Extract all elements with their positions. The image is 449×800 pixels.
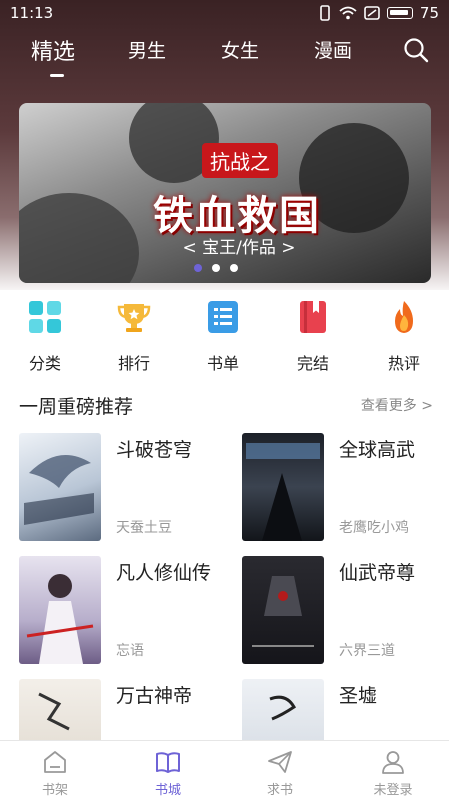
category-booklist[interactable]: 书单 — [193, 300, 253, 374]
book-cover — [19, 433, 101, 541]
nav-request-book[interactable]: 求书 — [250, 749, 310, 798]
top-nav: 精选 男生 女生 漫画 — [0, 30, 449, 77]
tab-comics[interactable]: 漫画 — [314, 36, 352, 63]
category-label: 分类 — [28, 354, 61, 373]
battery-level: 75 — [419, 4, 439, 22]
book-author: 六界三道 — [339, 643, 395, 659]
book-card[interactable]: 全球高武 老鹰吃小鸡 — [242, 433, 442, 543]
flame-icon — [395, 301, 413, 333]
book-title: 万古神帝 — [116, 685, 193, 707]
section-header: 一周重磅推荐 查看更多 > — [19, 392, 433, 422]
book-title: 仙武帝尊 — [339, 562, 416, 584]
nav-account[interactable]: 未登录 — [363, 749, 423, 798]
category-row: 分类 排行 书单 完结 热评 — [0, 300, 449, 380]
nav-label: 求书 — [266, 783, 293, 798]
nav-label: 未登录 — [373, 783, 413, 798]
carousel-dot[interactable] — [194, 264, 202, 272]
book-title: 凡人修仙传 — [116, 562, 212, 584]
shelf-icon — [44, 751, 66, 773]
category-ranking[interactable]: 排行 — [104, 300, 164, 374]
user-icon — [382, 751, 404, 774]
status-time: 11:13 — [10, 4, 54, 22]
cover-art — [26, 574, 94, 664]
carousel-dot[interactable] — [230, 264, 238, 272]
active-tab-indicator — [50, 74, 64, 77]
status-bar: 11:13 75 — [0, 0, 449, 26]
section-title: 一周重磅推荐 — [19, 396, 134, 418]
grid-icon — [29, 301, 61, 333]
category-label: 热评 — [387, 354, 420, 373]
category-hot-reviews[interactable]: 热评 — [374, 300, 434, 374]
book-title: 全球高武 — [339, 439, 416, 461]
book-author: 老鹰吃小鸡 — [339, 520, 409, 536]
carousel-dot[interactable] — [212, 264, 220, 272]
search-icon[interactable] — [403, 37, 429, 63]
book-author: 忘语 — [116, 643, 144, 659]
book-card[interactable]: 凡人修仙传 忘语 — [19, 556, 219, 666]
vibrate-icon — [320, 5, 330, 21]
wifi-icon — [339, 6, 357, 20]
cover-art — [246, 443, 320, 541]
banner-subtitle: < 宝王/作品 > — [182, 238, 296, 258]
nav-label: 书架 — [41, 783, 68, 798]
tab-male[interactable]: 男生 — [128, 36, 166, 63]
open-book-icon — [156, 752, 180, 773]
status-icons: 75 — [318, 4, 439, 22]
battery-icon — [386, 7, 413, 19]
category-classify[interactable]: 分类 — [15, 300, 75, 374]
book-title: 斗破苍穹 — [116, 439, 193, 461]
nav-label: 书城 — [154, 783, 181, 798]
book-cover — [242, 556, 324, 664]
banner-tag: 抗战之 — [202, 143, 278, 178]
see-more-link[interactable]: 查看更多 > — [361, 395, 433, 415]
cover-art — [24, 455, 94, 525]
carousel-dots — [194, 264, 238, 272]
book-cover — [19, 556, 101, 664]
cover-art — [252, 576, 314, 647]
category-label: 排行 — [117, 354, 150, 373]
book-icon — [300, 301, 326, 333]
book-title: 圣墟 — [339, 685, 378, 707]
bottom-nav: 书架 书城 求书 未登录 — [0, 740, 449, 800]
book-cover — [242, 433, 324, 541]
banner-art — [19, 193, 139, 283]
book-author: 天蚕土豆 — [116, 520, 172, 536]
promo-banner[interactable]: 抗战之 铁血救国 < 宝王/作品 > — [19, 103, 431, 283]
book-card[interactable]: 仙武帝尊 六界三道 — [242, 556, 442, 666]
trophy-icon — [117, 304, 151, 332]
nav-bookstore[interactable]: 书城 — [138, 749, 198, 798]
category-completed[interactable]: 完结 — [283, 300, 343, 374]
tab-female[interactable]: 女生 — [221, 36, 259, 63]
paper-plane-icon — [268, 751, 292, 773]
category-label: 完结 — [296, 354, 329, 373]
category-label: 书单 — [206, 354, 239, 373]
nav-bookshelf[interactable]: 书架 — [25, 749, 85, 798]
signal-icon — [364, 6, 380, 20]
list-icon — [208, 301, 238, 333]
tab-featured[interactable]: 精选 — [31, 34, 75, 66]
book-card[interactable]: 斗破苍穹 天蚕土豆 — [19, 433, 219, 543]
